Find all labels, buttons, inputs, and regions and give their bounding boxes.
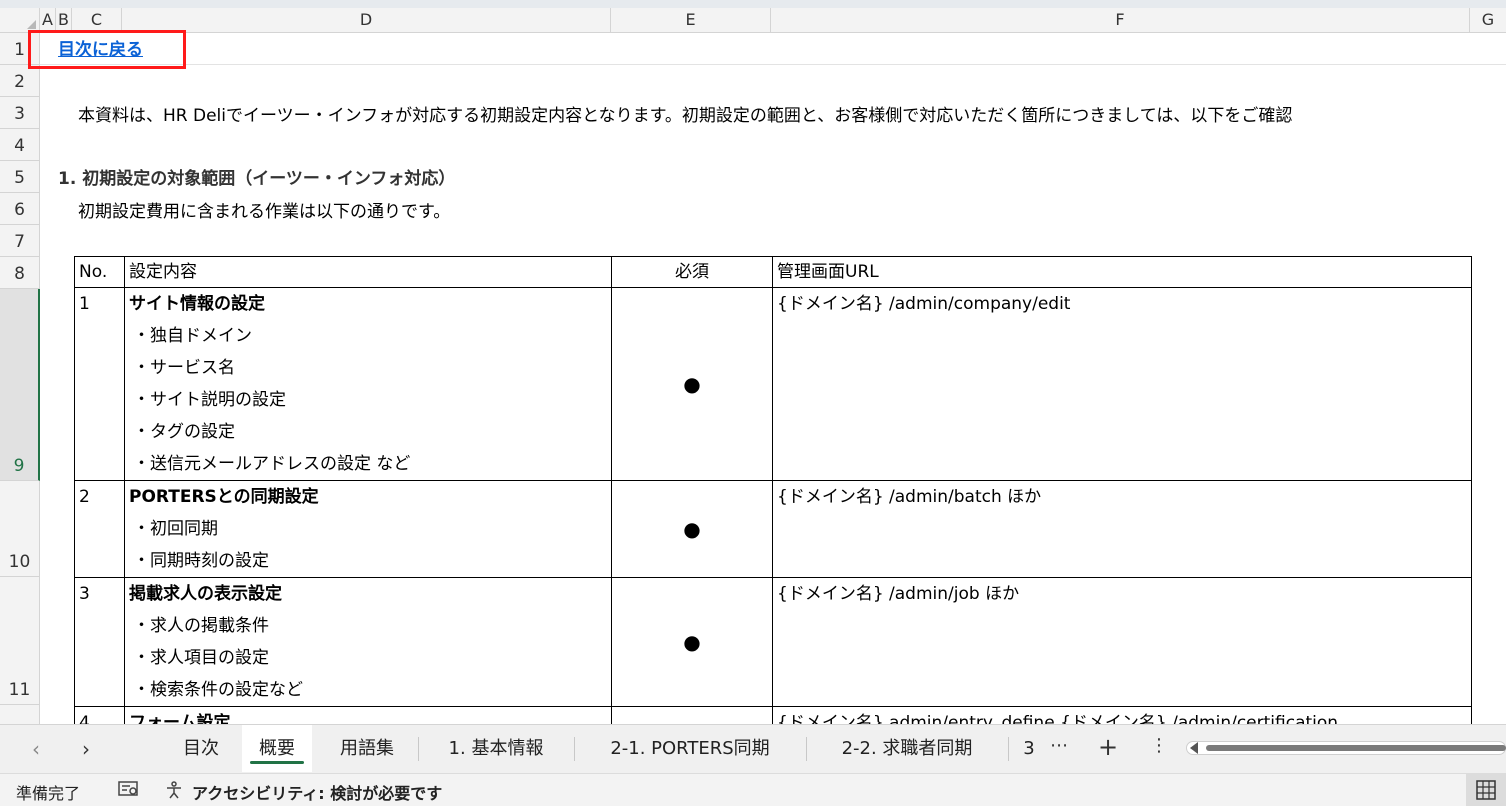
task-item: ・求人項目の設定 — [133, 648, 269, 668]
gridline — [40, 64, 1506, 65]
sheet-tab-overview[interactable]: 概要 — [242, 725, 312, 772]
url-cell: {ドメイン名} /admin/batch ほか — [772, 480, 1472, 578]
scroll-left-icon[interactable] — [1190, 742, 1198, 754]
column-header-bar: A B C D E F G — [0, 8, 1506, 33]
row-no: 1 — [74, 287, 125, 481]
next-sheet-icon[interactable]: › — [82, 737, 90, 761]
column-header-e[interactable]: E — [611, 8, 771, 32]
table-header-row: No. 設定内容 必須 管理画面URL — [74, 256, 1472, 288]
sheet-tab-3[interactable]: 3 — [1014, 725, 1044, 772]
table-row: 1 サイト情報の設定 ・独自ドメイン ・サービス名 ・サイト説明の設定 ・タグの… — [74, 287, 1472, 481]
header-required: 必須 — [611, 256, 773, 288]
scrollbar-thumb[interactable] — [1206, 745, 1506, 751]
task-title: PORTERSとの同期設定 — [129, 487, 319, 507]
column-header-f[interactable]: F — [771, 8, 1470, 32]
macro-record-icon[interactable] — [118, 780, 140, 802]
task-item: ・サイト説明の設定 — [133, 390, 286, 410]
required-mark: ● — [611, 287, 773, 481]
header-no: No. — [74, 256, 125, 288]
sheet-tab-bar: ‹ › 目次 概要 用語集 1. 基本情報 2-1. PORTERS同期 2-2… — [0, 724, 1506, 774]
tab-separator — [806, 737, 807, 761]
table-row: 3 掲載求人の表示設定 ・求人の掲載条件 ・求人項目の設定 ・検索条件の設定など… — [74, 577, 1472, 707]
column-header-g[interactable]: G — [1470, 8, 1506, 32]
row-header-9[interactable]: 9 — [0, 289, 40, 481]
task-item: ・サービス名 — [133, 358, 235, 378]
settings-table: No. 設定内容 必須 管理画面URL 1 サイト情報の設定 ・独自ドメイン ・… — [74, 256, 1472, 740]
accessibility-status[interactable]: アクセシビリティ: 検討が必要です — [192, 780, 442, 804]
column-header-a[interactable]: A — [40, 8, 56, 32]
select-all-corner[interactable] — [0, 8, 40, 32]
task-item: ・同期時刻の設定 — [133, 551, 269, 571]
sheet-options-icon[interactable]: ⋮ — [1150, 735, 1168, 756]
task-item: ・求人の掲載条件 — [133, 616, 269, 636]
task-cell: 掲載求人の表示設定 ・求人の掲載条件 ・求人項目の設定 ・検索条件の設定など — [124, 577, 612, 707]
url-cell: {ドメイン名} /admin/company/edit — [772, 287, 1472, 481]
row-header-6[interactable]: 6 — [0, 193, 40, 225]
row-header-12[interactable] — [0, 705, 40, 724]
task-cell: サイト情報の設定 ・独自ドメイン ・サービス名 ・サイト説明の設定 ・タグの設定… — [124, 287, 612, 481]
section-heading: 1. 初期設定の対象範囲（イーツー・インフォ対応） — [58, 169, 456, 189]
row-header-5[interactable]: 5 — [0, 161, 40, 193]
row-no: 2 — [74, 480, 125, 578]
tab-separator — [418, 737, 419, 761]
title-strip — [0, 0, 1506, 8]
tab-separator — [574, 737, 575, 761]
highlight-box — [28, 30, 186, 69]
row-no: 3 — [74, 577, 125, 707]
task-title: サイト情報の設定 — [129, 294, 265, 314]
add-sheet-icon[interactable]: + — [1098, 733, 1118, 761]
header-url: 管理画面URL — [772, 256, 1472, 288]
column-header-b[interactable]: B — [56, 8, 72, 32]
row-header-11[interactable]: 11 — [0, 577, 40, 705]
column-header-d[interactable]: D — [122, 8, 611, 32]
required-mark: ● — [611, 577, 773, 707]
row-header-7[interactable]: 7 — [0, 225, 40, 257]
task-cell: PORTERSとの同期設定 ・初回同期 ・同期時刻の設定 — [124, 480, 612, 578]
normal-view-icon[interactable] — [1466, 774, 1506, 806]
row-header-2[interactable]: 2 — [0, 65, 40, 97]
status-ready: 準備完了 — [16, 784, 81, 803]
intro-text: 本資料は、HR Deliでイーツー・インフォが対応する初期設定内容となります。初… — [78, 106, 1293, 126]
header-task: 設定内容 — [124, 256, 612, 288]
task-item: ・検索条件の設定など — [133, 680, 303, 700]
row-header-4[interactable]: 4 — [0, 129, 40, 161]
sheet-tab-basic-info[interactable]: 1. 基本情報 — [426, 725, 566, 772]
more-sheets-icon[interactable]: ⋯ — [1050, 735, 1068, 756]
status-bar: 準備完了 アクセシビリティ: 検討が必要です — [0, 773, 1506, 806]
task-item: ・送信元メールアドレスの設定 など — [133, 454, 411, 474]
column-header-c[interactable]: C — [72, 8, 122, 32]
row-header-10[interactable]: 10 — [0, 481, 40, 577]
row-header-8[interactable]: 8 — [0, 257, 40, 289]
table-row: 2 PORTERSとの同期設定 ・初回同期 ・同期時刻の設定 ● {ドメイン名}… — [74, 480, 1472, 578]
sheet-tab-jobseeker-sync[interactable]: 2-2. 求職者同期 — [812, 725, 1002, 772]
task-title: 掲載求人の表示設定 — [129, 584, 282, 604]
sheet-tab-glossary[interactable]: 用語集 — [322, 725, 412, 772]
url-cell: {ドメイン名} /admin/job ほか — [772, 577, 1472, 707]
task-item: ・独自ドメイン — [133, 326, 252, 346]
sheet-tab-toc[interactable]: 目次 — [166, 725, 236, 772]
row-header-3[interactable]: 3 — [0, 97, 40, 129]
task-item: ・タグの設定 — [133, 422, 235, 442]
tab-separator — [1008, 737, 1009, 761]
section-text: 初期設定費用に含まれる作業は以下の通りです。 — [78, 202, 451, 222]
accessibility-icon[interactable] — [164, 780, 184, 804]
prev-sheet-icon[interactable]: ‹ — [32, 737, 40, 761]
task-item: ・初回同期 — [133, 519, 218, 539]
sheet-tab-porters-sync[interactable]: 2-1. PORTERS同期 — [580, 725, 800, 772]
required-mark: ● — [611, 480, 773, 578]
